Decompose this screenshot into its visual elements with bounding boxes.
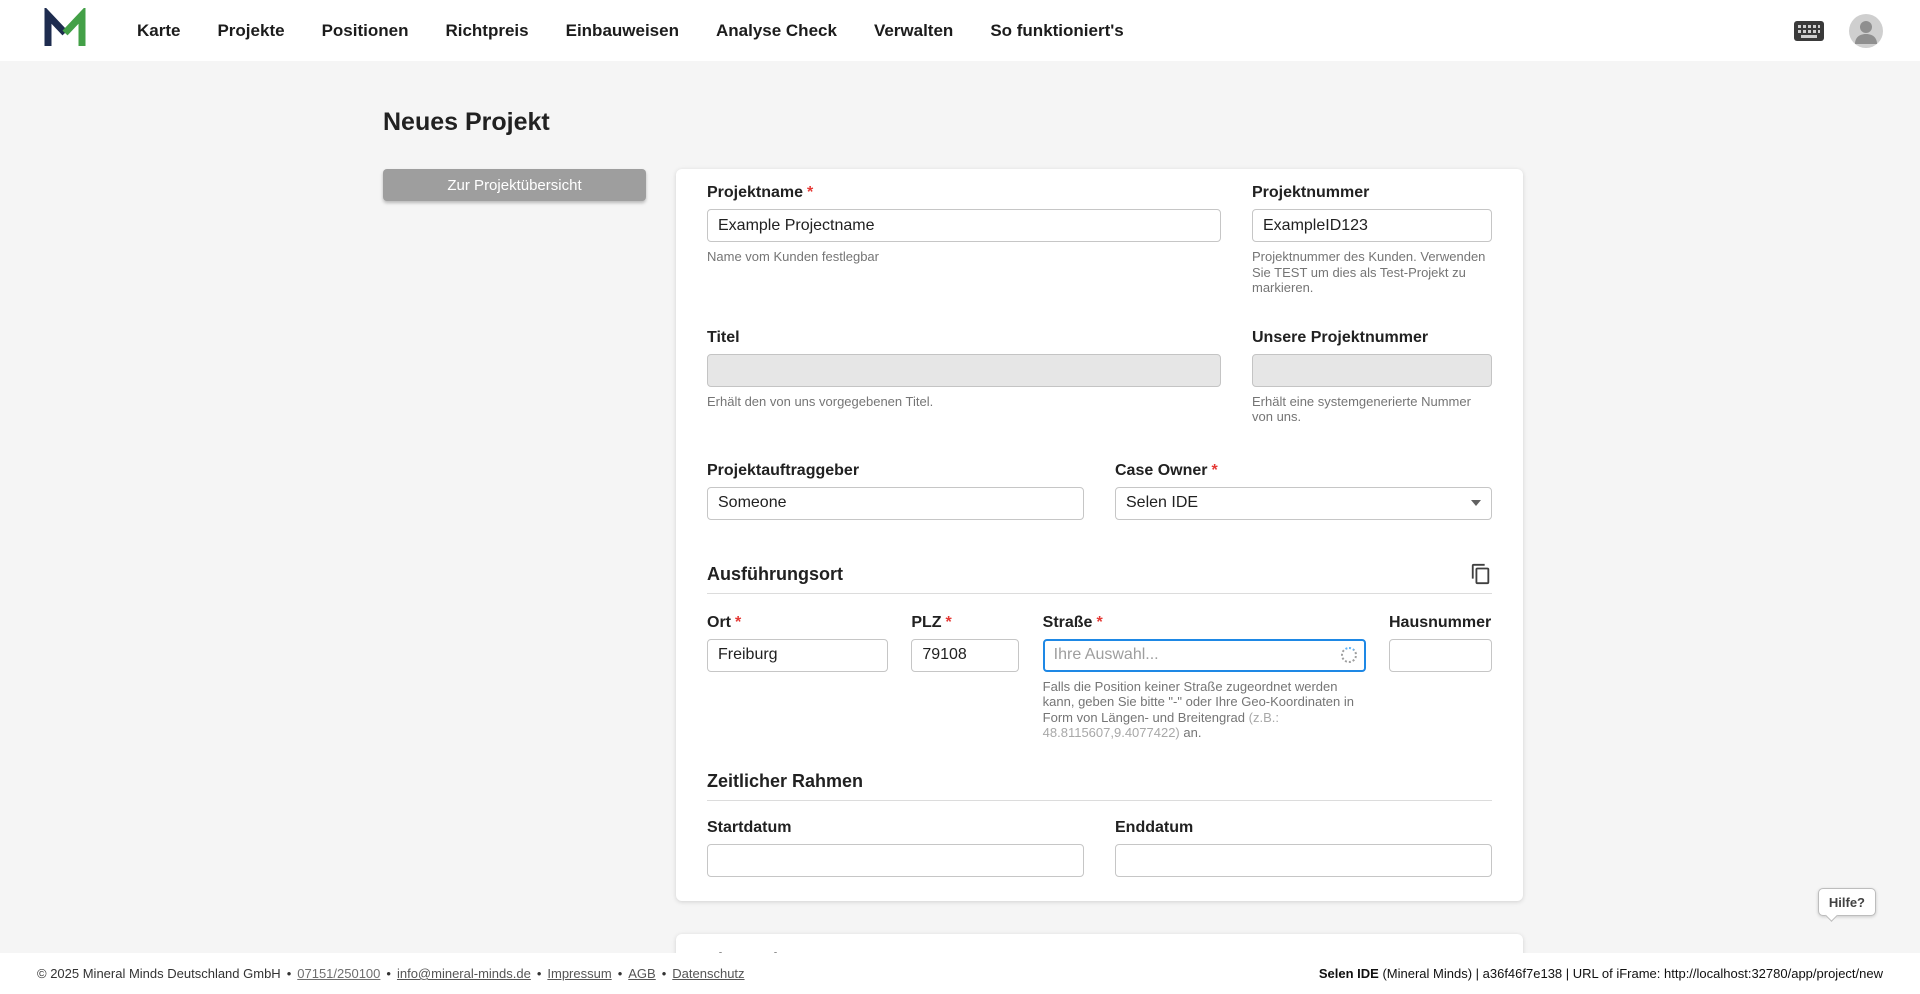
required-asterisk: *	[1096, 614, 1102, 631]
unsere-projektnummer-input	[1252, 354, 1492, 387]
required-asterisk: *	[807, 184, 813, 201]
help-button[interactable]: Hilfe?	[1818, 888, 1876, 916]
ort-label: Ort*	[707, 614, 888, 632]
plz-label: PLZ*	[911, 614, 1019, 632]
nav-item-karte[interactable]: Karte	[137, 21, 180, 41]
strasse-helper: Falls die Position keiner Straße zugeord…	[1043, 679, 1366, 741]
footer-user-name: Selen IDE	[1319, 966, 1379, 981]
mineral-minds-logo[interactable]	[43, 8, 87, 53]
projektnummer-helper: Projektnummer des Kunden. Verwenden Sie …	[1252, 249, 1492, 296]
nav-item-verwalten[interactable]: Verwalten	[874, 21, 953, 41]
nav-item-einbauweisen[interactable]: Einbauweisen	[566, 21, 679, 41]
hausnummer-input[interactable]	[1389, 639, 1492, 672]
nav-item-analyse-check[interactable]: Analyse Check	[716, 21, 837, 41]
titel-helper: Erhält den von uns vorgegebenen Titel.	[707, 394, 1221, 410]
projektnummer-label: Projektnummer	[1252, 184, 1492, 202]
ausfuehrungsort-title: Ausführungsort	[707, 563, 843, 585]
required-asterisk: *	[946, 614, 952, 631]
top-navbar: Karte Projekte Positionen Richtpreis Ein…	[0, 0, 1920, 61]
footer-session-info: Selen IDE (Mineral Minds) | a36f46f7e138…	[1319, 966, 1883, 981]
projektauftraggeber-input[interactable]	[707, 487, 1084, 520]
strasse-label: Straße*	[1043, 614, 1366, 632]
plz-input[interactable]	[911, 639, 1019, 672]
back-to-project-overview-button[interactable]: Zur Projektübersicht	[383, 169, 646, 201]
footer-left: © 2025 Mineral Minds Deutschland GmbH • …	[37, 966, 745, 981]
nav-item-so-funktionierts[interactable]: So funktioniert's	[990, 21, 1123, 41]
startdatum-label: Startdatum	[707, 819, 1084, 837]
strasse-input[interactable]	[1043, 639, 1366, 672]
ausfuehrungsort-section-header: Ausführungsort	[707, 563, 1492, 594]
avatar[interactable]	[1849, 14, 1883, 48]
case-owner-label: Case Owner*	[1115, 462, 1492, 480]
project-form-card: Projektname* Name vom Kunden festlegbar …	[676, 169, 1523, 901]
titel-label: Titel	[707, 329, 1221, 347]
required-asterisk: *	[735, 614, 741, 631]
unsere-projektnummer-label: Unsere Projektnummer	[1252, 329, 1492, 347]
copy-icon[interactable]	[1470, 563, 1492, 585]
footer-copyright: © 2025 Mineral Minds Deutschland GmbH	[37, 966, 281, 981]
ort-input[interactable]	[707, 639, 888, 672]
hausnummer-label: Hausnummer	[1389, 614, 1492, 632]
page-title: Neues Projekt	[383, 107, 1920, 137]
projektnummer-input[interactable]	[1252, 209, 1492, 242]
zeitlicher-rahmen-title: Zeitlicher Rahmen	[707, 770, 863, 792]
nav-item-richtpreis[interactable]: Richtpreis	[445, 21, 528, 41]
footer-phone-link[interactable]: 07151/250100	[297, 966, 380, 981]
loading-spinner-icon	[1341, 647, 1357, 663]
projektauftraggeber-label: Projektauftraggeber	[707, 462, 1084, 480]
required-asterisk: *	[1211, 462, 1217, 479]
main-content: Neues Projekt Zur Projektübersicht Proje…	[0, 61, 1920, 994]
logo-icon	[43, 8, 87, 53]
startdatum-input[interactable]	[707, 844, 1084, 877]
enddatum-input[interactable]	[1115, 844, 1492, 877]
chevron-down-icon	[1471, 500, 1481, 506]
case-owner-select[interactable]: Selen IDE	[1115, 487, 1492, 520]
keyboard-icon[interactable]	[1793, 20, 1825, 42]
footer-impressum-link[interactable]: Impressum	[547, 966, 611, 981]
unsere-projektnummer-helper: Erhält eine systemgenerierte Nummer von …	[1252, 394, 1492, 425]
nav-item-positionen[interactable]: Positionen	[322, 21, 409, 41]
projektname-label: Projektname*	[707, 184, 1221, 202]
footer-datenschutz-link[interactable]: Datenschutz	[672, 966, 744, 981]
main-navigation: Karte Projekte Positionen Richtpreis Ein…	[137, 21, 1124, 41]
footer: © 2025 Mineral Minds Deutschland GmbH • …	[0, 953, 1920, 994]
nav-item-projekte[interactable]: Projekte	[217, 21, 284, 41]
zeitlicher-rahmen-section-header: Zeitlicher Rahmen	[707, 770, 1492, 801]
footer-agb-link[interactable]: AGB	[628, 966, 655, 981]
projektname-helper: Name vom Kunden festlegbar	[707, 249, 1221, 265]
projektname-input[interactable]	[707, 209, 1221, 242]
titel-input	[707, 354, 1221, 387]
footer-email-link[interactable]: info@mineral-minds.de	[397, 966, 531, 981]
case-owner-value: Selen IDE	[1126, 494, 1198, 512]
enddatum-label: Enddatum	[1115, 819, 1492, 837]
footer-meta: (Mineral Minds) | a36f46f7e138 | URL of …	[1379, 966, 1883, 981]
